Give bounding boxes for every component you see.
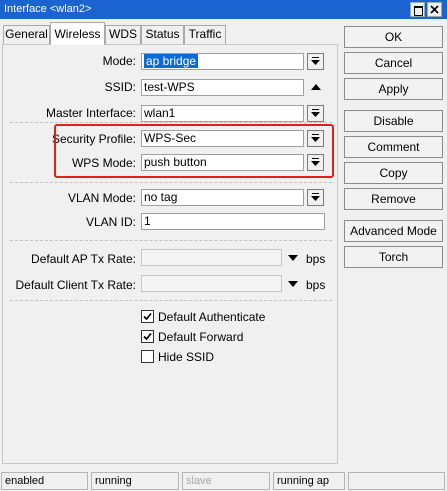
master-interface-select[interactable]: wlan1 <box>141 105 304 122</box>
copy-button[interactable]: Copy <box>344 162 443 184</box>
dropdown-icon <box>311 57 320 65</box>
mode-dropdown-button[interactable] <box>307 53 324 70</box>
apply-button[interactable]: Apply <box>344 78 443 100</box>
separator <box>10 122 332 123</box>
master-interface-dropdown-button[interactable] <box>307 105 324 122</box>
disable-button[interactable]: Disable <box>344 110 443 132</box>
vlan-id-label: VLAN ID: <box>85 215 136 229</box>
ok-button[interactable]: OK <box>344 26 443 48</box>
expand-down-icon[interactable] <box>288 255 298 261</box>
status-running-ap: running ap <box>273 472 345 490</box>
highlight-box <box>54 124 334 178</box>
dropdown-icon <box>311 109 320 117</box>
tab-label: General <box>5 27 48 41</box>
status-running: running <box>91 472 179 490</box>
default-client-tx-rate-label: Default Client Tx Rate: <box>15 278 137 292</box>
separator <box>10 240 332 241</box>
comment-button[interactable]: Comment <box>344 136 443 158</box>
ssid-label: SSID: <box>104 80 136 94</box>
mode-label: Mode: <box>102 54 136 68</box>
default-authenticate-checkbox[interactable] <box>141 310 154 323</box>
mode-value: ap bridge <box>144 54 199 68</box>
expand-down-icon[interactable] <box>288 281 298 287</box>
ssid-input[interactable]: test-WPS <box>141 79 304 96</box>
vlan-mode-value: no tag <box>144 190 178 204</box>
tab-label: Status <box>145 27 180 41</box>
checkmark-icon <box>143 332 152 341</box>
status-bar: enabled running slave running ap <box>0 470 447 491</box>
dropdown-icon <box>311 193 320 201</box>
master-interface-value: wlan1 <box>144 106 176 120</box>
status-slave: slave <box>182 472 270 490</box>
default-forward-checkbox[interactable] <box>141 330 154 343</box>
torch-button[interactable]: Torch <box>344 246 443 268</box>
separator <box>10 300 332 301</box>
master-interface-label: Master Interface: <box>45 106 136 120</box>
status-enabled: enabled <box>1 472 88 490</box>
advanced-mode-button[interactable]: Advanced Mode <box>344 220 443 242</box>
tab-wds[interactable]: WDS <box>105 25 141 44</box>
tab-general[interactable]: General <box>3 25 50 44</box>
ssid-value: test-WPS <box>144 80 195 94</box>
default-forward-label: Default Forward <box>158 330 244 344</box>
close-icon <box>430 5 439 14</box>
collapse-up-icon[interactable] <box>311 84 321 90</box>
bps-unit: bps <box>306 278 326 292</box>
hide-ssid-label: Hide SSID <box>158 350 215 364</box>
title-bar: Interface <wlan2> <box>0 0 447 19</box>
vlan-mode-select[interactable]: no tag <box>141 189 304 206</box>
default-authenticate-label: Default Authenticate <box>158 310 266 324</box>
tab-label: Traffic <box>188 27 222 41</box>
window-title: Interface <wlan2> <box>4 3 92 15</box>
cancel-button[interactable]: Cancel <box>344 52 443 74</box>
tab-label: Wireless <box>54 27 101 41</box>
tab-wireless[interactable]: Wireless <box>50 22 105 45</box>
vlan-id-input[interactable]: 1 <box>141 213 325 230</box>
maximize-button[interactable] <box>410 2 425 17</box>
vlan-mode-dropdown-button[interactable] <box>307 189 324 206</box>
tab-traffic[interactable]: Traffic <box>184 25 226 44</box>
close-button[interactable] <box>427 2 442 17</box>
checkmark-icon <box>143 312 152 321</box>
remove-button[interactable]: Remove <box>344 188 443 210</box>
default-ap-tx-rate-label: Default AP Tx Rate: <box>31 252 136 266</box>
default-ap-tx-rate-input[interactable] <box>141 249 282 266</box>
tab-status[interactable]: Status <box>141 25 184 44</box>
hide-ssid-checkbox[interactable] <box>141 350 154 363</box>
mode-select[interactable]: ap bridge <box>141 53 304 70</box>
tab-label: WDS <box>109 27 137 41</box>
vlan-id-value: 1 <box>144 214 151 228</box>
vlan-mode-label: VLAN Mode: <box>67 191 136 205</box>
default-client-tx-rate-input[interactable] <box>141 275 282 292</box>
separator <box>10 182 332 183</box>
bps-unit: bps <box>306 252 326 266</box>
status-empty <box>348 472 445 490</box>
